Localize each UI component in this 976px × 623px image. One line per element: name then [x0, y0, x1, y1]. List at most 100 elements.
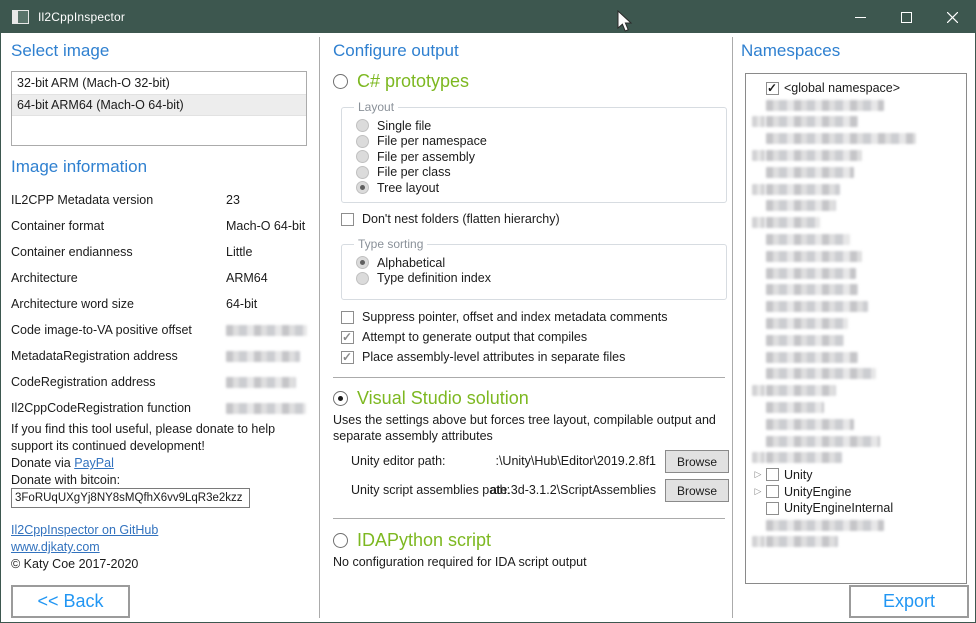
redacted-namespace-row — [746, 382, 966, 399]
back-button[interactable]: << Back — [11, 585, 130, 618]
redacted-namespace-row — [746, 248, 966, 265]
namespace-checkbox[interactable] — [766, 485, 779, 498]
redacted-namespace-row — [746, 315, 966, 332]
namespace-list[interactable]: <global namespace> ▷Unity▷UnityEngineUnit… — [745, 73, 967, 584]
redacted-namespace-row — [746, 97, 966, 114]
unity-script-path-value[interactable]: ate.3d-3.1.2\ScriptAssemblies — [490, 483, 656, 497]
checkbox-icon — [341, 331, 354, 344]
redacted-namespace-row — [746, 349, 966, 366]
radio-csharp-prototypes[interactable]: C# prototypes — [333, 71, 469, 92]
visual-studio-label: Visual Studio solution — [357, 388, 529, 409]
github-link[interactable]: Il2CppInspector on GitHub — [11, 523, 158, 537]
radio-icon — [356, 272, 369, 285]
redacted-expander — [752, 116, 765, 127]
namespace-checkbox[interactable] — [766, 468, 779, 481]
app-icon-pane — [13, 11, 18, 23]
info-row: Code image-to-VA positive offset — [11, 317, 307, 343]
unity-editor-path-row: Unity editor path: :\Unity\Hub\Editor\20… — [333, 450, 731, 473]
output-checkbox[interactable]: Place assembly-level attributes in separ… — [341, 347, 731, 367]
redacted-namespace — [766, 419, 854, 430]
output-checkbox[interactable]: Attempt to generate output that compiles — [341, 327, 731, 347]
export-button[interactable]: Export — [849, 585, 969, 618]
redacted-namespace-row — [746, 399, 966, 416]
redacted-namespace-row — [746, 534, 966, 551]
redacted-namespace — [766, 301, 868, 312]
redacted-namespace-row — [746, 198, 966, 215]
radio-icon — [356, 181, 369, 194]
info-value: 23 — [226, 193, 307, 207]
redacted-namespace — [766, 318, 848, 329]
type-sorting-options: AlphabeticalType definition index — [356, 255, 720, 286]
namespace-item[interactable]: ▷UnityEngine — [746, 483, 966, 500]
redacted-namespace — [766, 335, 844, 346]
image-list-item[interactable]: 64-bit ARM64 (Mach-O 64-bit) — [12, 94, 306, 116]
image-list-item[interactable]: 32-bit ARM (Mach-O 32-bit) — [12, 72, 306, 94]
redacted-namespace — [766, 268, 856, 279]
checkbox-icon — [341, 213, 354, 226]
info-row: MetadataRegistration address — [11, 343, 307, 369]
expander-slot — [750, 536, 766, 547]
radio-visual-studio-solution[interactable]: Visual Studio solution — [333, 388, 529, 409]
info-row: Container endiannessLittle — [11, 239, 307, 265]
info-row: Architecture word size64-bit — [11, 291, 307, 317]
info-row: Container formatMach-O 64-bit — [11, 213, 307, 239]
namespace-item[interactable]: ▷Unity — [746, 466, 966, 483]
radio-option[interactable]: Tree layout — [356, 180, 720, 196]
idapython-label: IDAPython script — [357, 530, 491, 551]
redacted-namespace — [766, 133, 916, 144]
redacted-namespace-row — [746, 332, 966, 349]
expander-slot — [750, 452, 766, 463]
redacted-namespace-row — [746, 231, 966, 248]
layout-groupbox: Layout Single fileFile per namespaceFile… — [341, 107, 727, 203]
radio-idapython-script[interactable]: IDAPython script — [333, 530, 491, 551]
type-sorting-title: Type sorting — [354, 237, 427, 251]
redacted-namespace — [766, 150, 862, 161]
radio-option[interactable]: Type definition index — [356, 271, 720, 287]
output-checkbox[interactable]: Suppress pointer, offset and index metad… — [341, 307, 731, 327]
browse-editor-path-button[interactable]: Browse — [665, 450, 729, 473]
redacted-namespace-row — [746, 214, 966, 231]
radio-option[interactable]: Single file — [356, 118, 720, 134]
minimize-icon[interactable] — [837, 1, 883, 33]
visual-studio-description: Uses the settings above but forces tree … — [333, 412, 717, 444]
website-link[interactable]: www.djkaty.com — [11, 540, 100, 554]
redacted-namespace — [766, 436, 880, 447]
unity-editor-path-value[interactable]: :\Unity\Hub\Editor\2019.2.8f1 — [495, 454, 656, 468]
expander-icon[interactable]: ▷ — [755, 487, 762, 496]
maximize-icon[interactable] — [883, 1, 929, 33]
image-listbox[interactable]: 32-bit ARM (Mach-O 32-bit)64-bit ARM64 (… — [11, 71, 307, 146]
redacted-namespace-row — [746, 450, 966, 467]
radio-option[interactable]: Alphabetical — [356, 255, 720, 271]
info-value: 64-bit — [226, 297, 307, 311]
namespace-checkbox[interactable] — [766, 82, 779, 95]
close-icon[interactable] — [929, 1, 975, 33]
info-row: Il2CppCodeRegistration function — [11, 395, 307, 421]
layout-options: Single fileFile per namespaceFile per as… — [356, 118, 720, 196]
expander-icon[interactable]: ▷ — [755, 470, 762, 479]
namespace-checkbox[interactable] — [766, 502, 779, 515]
radio-option[interactable]: File per class — [356, 165, 720, 181]
info-label: MetadataRegistration address — [11, 349, 226, 363]
namespace-item[interactable]: UnityEngineInternal — [746, 500, 966, 517]
expander-slot — [750, 217, 766, 228]
checkbox-flatten-hierarchy[interactable]: Don't nest folders (flatten hierarchy) — [341, 211, 560, 227]
image-information-table: IL2CPP Metadata version23Container forma… — [11, 187, 307, 421]
namespace-item[interactable]: <global namespace> — [746, 80, 966, 97]
bitcoin-address-field[interactable] — [11, 488, 250, 508]
csharp-prototypes-label: C# prototypes — [357, 71, 469, 92]
redacted-namespace — [766, 116, 858, 127]
content-area: Select image 32-bit ARM (Mach-O 32-bit)6… — [1, 33, 975, 622]
radio-icon — [356, 150, 369, 163]
radio-option[interactable]: File per assembly — [356, 149, 720, 165]
redacted-namespace-row — [746, 416, 966, 433]
browse-script-path-button[interactable]: Browse — [665, 479, 729, 502]
expander-slot: ▷ — [750, 487, 766, 496]
radio-option-label: Tree layout — [377, 181, 439, 195]
expander-slot — [750, 184, 766, 195]
redacted-namespace — [766, 385, 836, 396]
paypal-link[interactable]: PayPal — [74, 456, 114, 470]
unity-script-path-label: Unity script assemblies path: — [351, 483, 510, 497]
radio-option[interactable]: File per namespace — [356, 134, 720, 150]
select-image-title: Select image — [11, 41, 109, 61]
info-row: ArchitectureARM64 — [11, 265, 307, 291]
